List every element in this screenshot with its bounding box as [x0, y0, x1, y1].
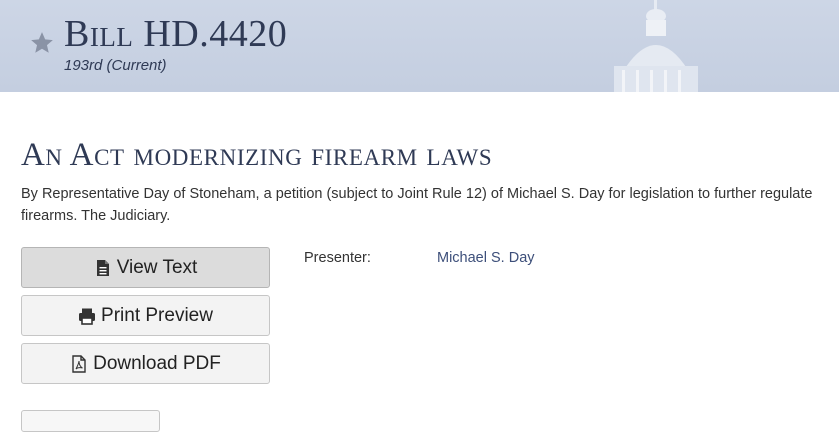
print-icon [79, 308, 96, 325]
download-pdf-button[interactable]: Download PDF [21, 343, 270, 384]
page-title: An Act modernizing firearm laws [21, 137, 493, 173]
bill-number-title: Bill HD.4420 [64, 13, 288, 55]
view-text-label: View Text [116, 256, 198, 278]
pdf-icon [72, 354, 86, 373]
bill-header-banner: Bill HD.4420 193rd (Current) [0, 0, 839, 92]
print-preview-label: Print Preview [101, 304, 213, 326]
presenter-label: Presenter: [304, 250, 371, 266]
view-text-button[interactable]: View Text [21, 247, 270, 288]
print-preview-button[interactable]: Print Preview [21, 295, 270, 336]
download-pdf-label: Download PDF [93, 352, 221, 374]
session-label: 193rd (Current) [64, 57, 167, 74]
state-house-dome-image [614, 0, 698, 92]
additional-action-button[interactable] [21, 410, 160, 432]
presenter-link[interactable]: Michael S. Day [437, 250, 535, 266]
document-icon [96, 259, 109, 276]
star-icon[interactable] [29, 30, 55, 56]
bill-summary: By Representative Day of Stoneham, a pet… [21, 186, 813, 224]
